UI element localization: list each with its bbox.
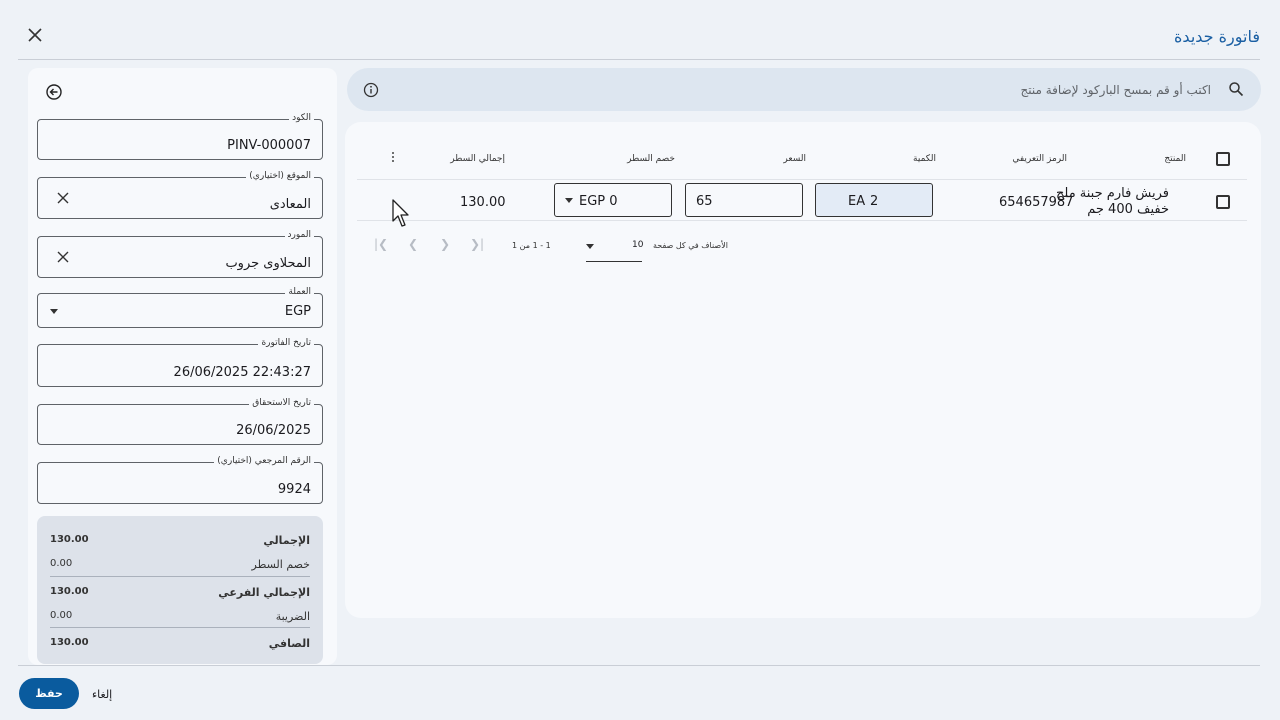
footer-divider	[18, 665, 1260, 666]
clear-icon[interactable]	[56, 191, 70, 205]
invoice-date-field[interactable]: تاريخ الفاتورة 26/06/2025 22:43:27	[37, 338, 323, 387]
mouse-cursor-icon	[392, 199, 409, 227]
totals-summary: الإجمالي 130.00 خصم السطر 0.00 الإجمالي …	[37, 516, 323, 664]
summary-tax-label: الضريبة	[275, 610, 310, 623]
currency-select[interactable]: العملة EGP	[37, 287, 323, 328]
quantity-unit: EA	[848, 194, 866, 209]
currency-value: EGP	[284, 304, 311, 319]
summary-line-discount-label: خصم السطر	[251, 558, 310, 571]
summary-subtotal-label: الإجمالي الفرعي	[218, 586, 310, 599]
invoice-date-label: تاريخ الفاتورة	[258, 338, 314, 348]
header-divider	[18, 59, 1260, 60]
summary-net-row: الصافي 130.00	[50, 637, 310, 663]
kebab-menu-icon[interactable]	[392, 152, 395, 164]
quantity-value: 2	[870, 194, 879, 209]
price-value: 65	[696, 194, 713, 209]
row-checkbox[interactable]	[1216, 195, 1230, 209]
location-value: المعادى	[269, 197, 311, 212]
info-icon[interactable]	[363, 82, 379, 98]
reference-field[interactable]: الرقم المرجعي (اختياري) 9924	[37, 456, 323, 504]
location-field[interactable]: الموقع (اختياري) المعادى	[37, 171, 323, 219]
summary-net-label: الصافي	[268, 637, 310, 650]
quantity-input[interactable]: EA 2	[815, 183, 933, 217]
due-date-value: 26/06/2025	[236, 423, 311, 438]
price-input[interactable]: 65	[685, 183, 803, 217]
row-line-total: 130.00	[460, 195, 506, 210]
summary-line-discount-row: خصم السطر 0.00	[50, 558, 310, 584]
supplier-field[interactable]: المورد المحلاوى جروب	[37, 230, 323, 278]
summary-total-row: الإجمالي 130.00	[50, 534, 310, 560]
next-page-icon[interactable]: ❯	[437, 236, 453, 252]
search-placeholder: اكتب أو قم بمسح الباركود لإضافة منتج	[1020, 83, 1211, 97]
per-page-label: الأصناف في كل صفحة	[652, 241, 728, 250]
location-label: الموقع (اختياري)	[246, 171, 314, 181]
due-date-label: تاريخ الاستحقاق	[249, 398, 314, 408]
summary-tax-value: 0.00	[50, 610, 73, 621]
back-arrow-icon[interactable]	[45, 83, 63, 101]
summary-total-value: 130.00	[50, 534, 89, 545]
header-price: السعر	[783, 154, 806, 164]
summary-net-value: 130.00	[50, 637, 89, 648]
currency-label: العملة	[285, 287, 314, 297]
caret-down-icon	[50, 308, 58, 314]
cancel-button[interactable]: إلغاء	[92, 688, 112, 701]
header-product: المنتج	[1164, 154, 1186, 164]
reference-value: 9924	[277, 482, 311, 497]
header-line-discount: خصم السطر	[627, 154, 675, 164]
caret-down-icon	[586, 244, 594, 249]
discount-select[interactable]: EGP 0	[554, 183, 672, 217]
search-icon[interactable]	[1228, 81, 1244, 97]
code-field[interactable]: الكود PINV-000007	[37, 113, 323, 160]
discount-value: EGP 0	[579, 194, 618, 209]
per-page-value: 10	[632, 240, 644, 250]
row-divider-line	[357, 220, 1247, 221]
first-page-icon[interactable]: ❯|	[469, 236, 485, 252]
code-label: الكود	[289, 113, 314, 123]
summary-divider	[50, 576, 310, 577]
due-date-field[interactable]: تاريخ الاستحقاق 26/06/2025	[37, 398, 323, 445]
dialog-title: فاتورة جديدة	[1174, 27, 1260, 46]
pager-range: 1 - 1 من 1	[512, 241, 551, 250]
invoice-date-value: 26/06/2025 22:43:27	[173, 365, 311, 380]
summary-tax-row: الضريبة 0.00	[50, 610, 310, 636]
select-all-checkbox[interactable]	[1216, 152, 1230, 166]
code-value: PINV-000007	[227, 138, 311, 153]
reference-label: الرقم المرجعي (اختياري)	[214, 456, 314, 466]
per-page-select[interactable]: 10	[586, 236, 644, 262]
header-quantity: الكمية	[913, 154, 936, 164]
save-button[interactable]: حفظ	[19, 678, 79, 709]
row-barcode: 654657987	[999, 195, 1074, 210]
clear-icon[interactable]	[56, 250, 70, 264]
supplier-value: المحلاوى جروب	[225, 256, 311, 271]
summary-divider	[50, 627, 310, 628]
summary-line-discount-value: 0.00	[50, 558, 73, 569]
last-page-icon[interactable]: |❮	[373, 236, 389, 252]
caret-down-icon	[565, 198, 573, 203]
header-barcode: الرمز التعريفي	[1012, 154, 1067, 164]
product-search-bar[interactable]: اكتب أو قم بمسح الباركود لإضافة منتج	[347, 68, 1261, 111]
header-divider-line	[357, 179, 1247, 180]
close-icon[interactable]	[26, 26, 44, 44]
summary-subtotal-row: الإجمالي الفرعي 130.00	[50, 586, 310, 612]
summary-subtotal-value: 130.00	[50, 586, 89, 597]
supplier-label: المورد	[284, 230, 314, 240]
prev-page-icon[interactable]: ❮	[405, 236, 421, 252]
summary-total-label: الإجمالي	[263, 534, 310, 547]
header-line-total: إجمالي السطر	[450, 154, 505, 164]
